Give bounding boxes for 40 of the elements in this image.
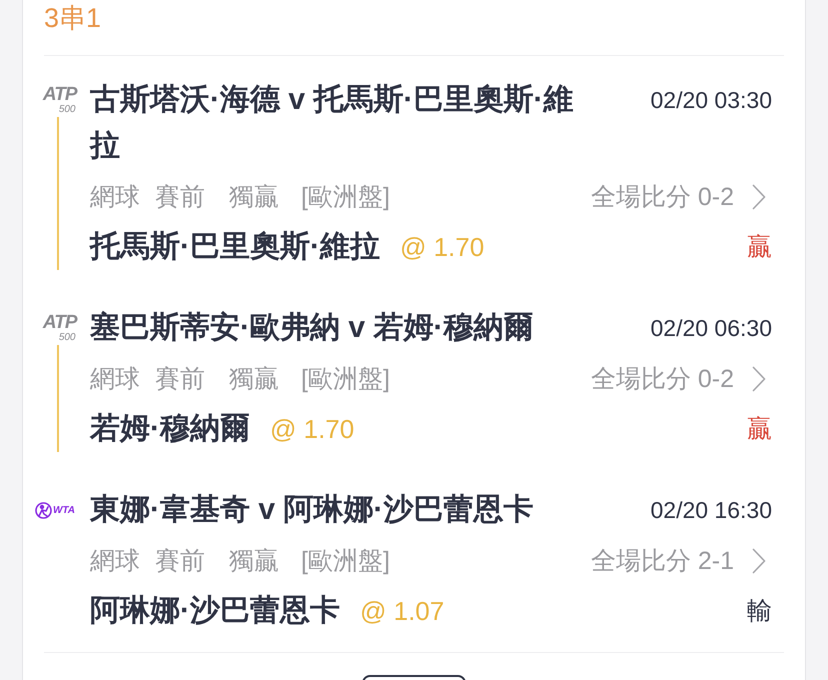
match-title: 塞巴斯蒂安·歐弗納 v 若姆·穆納爾 [90,310,534,346]
sport-label: 網球 [90,182,140,213]
odds-text: @ 1.07 [360,595,444,628]
odds-text: @ 1.70 [270,413,354,446]
sport-label: 網球 [90,546,140,577]
pick-name: 若姆·穆納爾 [90,411,250,447]
score-text: 全場比分 0-2 [590,364,734,395]
stage-label: 賽前 [155,546,205,577]
league-tier-text: 500 [58,332,76,343]
result-text: 贏 [747,232,772,263]
result-text: 贏 [747,414,772,445]
league-logo-text: ATP [42,313,76,332]
market-label: 獨贏 [229,546,279,577]
odds-type-label: [歐洲盤] [301,182,390,213]
odds-type-label: [歐洲盤] [301,546,390,577]
stage-label: 賽前 [155,182,205,213]
odds-type-label: [歐洲盤] [301,364,390,395]
league-logo-text: WTA [52,504,76,516]
sport-label: 網球 [90,364,140,395]
score-text: 全場比分 2-1 [590,546,734,577]
match-time: 02/20 16:30 [650,496,772,525]
match-time: 02/20 06:30 [650,314,772,343]
pick-name: 托馬斯·巴里奧斯·維拉 [90,229,380,265]
league-logo-text: ATP [42,85,76,104]
score-text: 全場比分 0-2 [590,182,734,213]
match-title: 東娜·韋基奇 v 阿琳娜·沙巴蕾恩卡 [90,492,534,528]
market-label: 獨贏 [229,364,279,395]
player-emblem-icon [34,502,52,519]
odds-text: @ 1.70 [400,231,484,264]
stage-label: 賽前 [155,364,205,395]
chevron-right-icon[interactable] [752,184,766,210]
chevron-right-icon[interactable] [752,548,766,574]
market-label: 獨贏 [229,182,279,213]
chevron-right-icon[interactable] [752,366,766,392]
pick-name: 阿琳娜·沙巴蕾恩卡 [90,593,340,629]
match-title: 古斯塔沃·海德 v 托馬斯·巴里奧斯·維拉 [90,82,574,164]
league-tier-text: 500 [58,104,76,115]
match-time: 02/20 03:30 [650,86,772,115]
bet-title: 3串1 [44,2,102,35]
result-text: 輸 [747,596,772,627]
